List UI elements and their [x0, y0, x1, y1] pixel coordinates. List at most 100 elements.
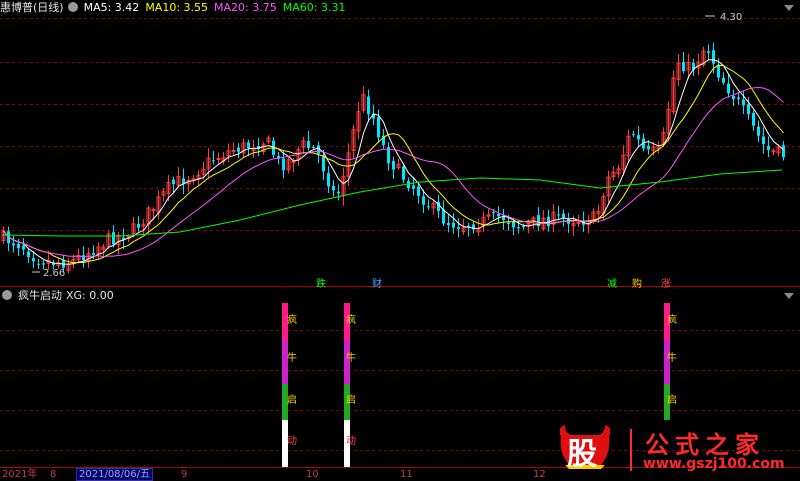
candle-body [762, 136, 765, 145]
event-marker-cai[interactable]: 财 [372, 275, 382, 290]
candle-body [782, 145, 785, 158]
signal-label-qi: 启 [287, 395, 297, 406]
indicator-title[interactable]: 疯牛启动 [18, 289, 62, 302]
signal-label-feng: 疯 [667, 315, 677, 326]
candle-body [417, 186, 420, 196]
ma60-line [1, 169, 783, 237]
axis-label-nov: 11 [400, 469, 413, 480]
axis-label-oct: 10 [306, 469, 319, 480]
high-price-label: 4.30 [720, 12, 742, 23]
candle-body [137, 223, 140, 228]
axis-label-dec: 12 [533, 469, 546, 480]
candle-body [722, 77, 725, 83]
signal-label-dong: 动 [346, 436, 356, 447]
candle-body [17, 243, 20, 249]
event-marker-zhang[interactable]: 涨 [661, 275, 671, 290]
candle-body [457, 227, 460, 229]
signal-label-qi: 启 [667, 395, 677, 406]
low-price-label: 2.66 [43, 268, 65, 279]
candle-body [282, 158, 285, 171]
gszj-logo-icon: 股 [555, 423, 615, 472]
candle-body [507, 222, 510, 224]
xg-value-label: XG: 0.00 [66, 289, 114, 302]
settings-gear-icon[interactable] [2, 290, 12, 300]
candle-body [32, 258, 35, 262]
ma20-label: MA20: 3.75 [214, 1, 277, 14]
candle-body [747, 104, 750, 115]
candle-body [637, 135, 640, 140]
candle-body [557, 214, 560, 216]
candle-body [402, 166, 405, 180]
candle-body [562, 213, 565, 218]
candle-body [632, 134, 635, 136]
candle-body [12, 243, 15, 246]
settings-gear-icon[interactable] [67, 2, 78, 12]
event-marker-jian[interactable]: 减 [607, 275, 617, 290]
candle-body [322, 155, 325, 172]
candle-body [442, 209, 445, 224]
candle-body [172, 179, 175, 184]
candle-body [37, 263, 40, 265]
candle-body [712, 50, 715, 64]
main-panel-header: 惠博普(日线) MA5: 3.42 MA10: 3.55 MA20: 3.75 MA60… [0, 0, 351, 16]
candle-body [707, 51, 710, 53]
ma5-label: MA5: 3.42 [83, 1, 140, 14]
signal-label-niu: 牛 [287, 353, 297, 364]
candle-body [576, 221, 581, 224]
candle-body [717, 64, 720, 78]
candle-body [92, 253, 95, 255]
candle-body [247, 142, 250, 148]
event-marker-gou[interactable]: 购 [632, 275, 642, 290]
sub-panel-collapse-icon[interactable] [784, 293, 794, 299]
main-panel-collapse-icon[interactable] [784, 5, 794, 11]
candle-body [452, 222, 455, 228]
candle-body [422, 196, 425, 205]
signal-label-niu: 牛 [667, 353, 677, 364]
candle-body [517, 227, 520, 229]
watermark-url: www.gszj100.com [643, 456, 785, 472]
candle-body [472, 224, 475, 230]
sub-panel-header: 疯牛启动 XG: 0.00 [0, 288, 120, 304]
chart-canvas[interactable]: 4.30 2.66 [0, 0, 800, 481]
signal-label-dong: 动 [287, 436, 297, 447]
candle-body [212, 160, 215, 162]
candle-body [742, 99, 745, 106]
candle-body [412, 185, 415, 189]
candle-body [237, 147, 240, 152]
candle-body [42, 263, 45, 265]
candlestick-series [1, 42, 785, 274]
candle-body [492, 212, 495, 214]
signal-label-qi: 启 [346, 395, 356, 406]
candle-body [312, 147, 315, 149]
candle-body [191, 178, 196, 181]
candle-body [727, 83, 730, 94]
axis-label-aug: 8 [50, 469, 57, 480]
date-cursor-label: 2021/08/06/五 [76, 468, 154, 481]
candle-body [737, 97, 740, 100]
candle-body [732, 95, 735, 100]
candle-body [327, 173, 330, 187]
candle-body [497, 214, 500, 217]
candle-body [771, 150, 776, 153]
candle-body [647, 145, 650, 150]
candle-body [332, 185, 335, 191]
signal-label-feng: 疯 [287, 315, 297, 326]
signal-label-niu: 牛 [346, 353, 356, 364]
candle-body [216, 158, 221, 161]
stock-title[interactable]: 惠博普(日线) [0, 1, 64, 14]
candle-body [512, 222, 515, 228]
event-marker-die[interactable]: 跌 [316, 275, 326, 290]
candle-body [427, 206, 430, 208]
candle-body [522, 225, 525, 228]
candle-body [337, 191, 340, 194]
candle-body [447, 223, 450, 226]
candle-body [27, 251, 30, 257]
site-watermark: 股 公式之家 www.gszj100.com [555, 423, 785, 475]
signal-label-feng: 疯 [346, 315, 356, 326]
candle-body [757, 126, 760, 136]
candle-body [682, 61, 685, 72]
candle-body [22, 245, 25, 250]
axis-label-sep: 9 [181, 469, 188, 480]
ma60-label: MA60: 3.31 [282, 1, 346, 14]
candle-body [307, 140, 310, 149]
